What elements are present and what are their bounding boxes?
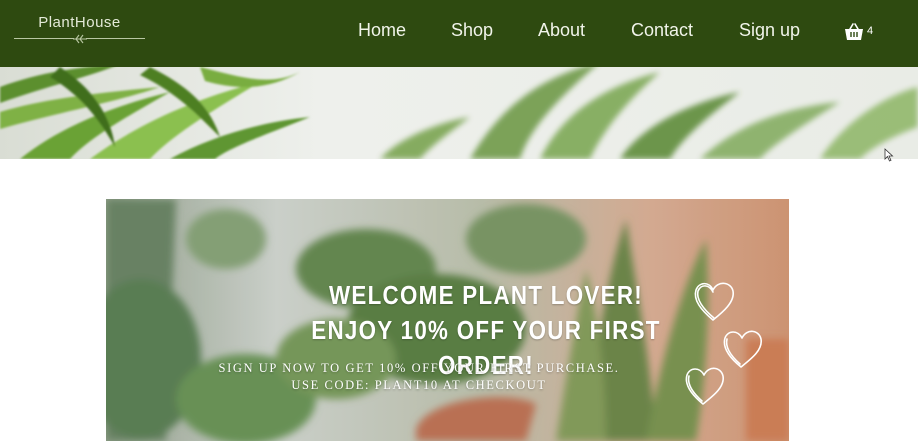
nav-item-sign-up[interactable]: Sign up: [739, 20, 800, 44]
nav-item-home[interactable]: Home: [358, 20, 406, 44]
brand-logo[interactable]: PlantHouse: [14, 14, 145, 48]
cart-count-badge: 4: [867, 25, 874, 37]
cart-button[interactable]: 4: [844, 22, 878, 42]
promo-subtitle-line-2: USE CODE: PLANT10 AT CHECKOUT: [291, 378, 547, 392]
brand-name: PlantHouse: [38, 14, 121, 31]
hearts-icon: [685, 282, 762, 405]
nav-item-about[interactable]: About: [538, 20, 585, 44]
promo-subtitle: SIGN UP NOW TO GET 10% OFF YOUR FIRST PU…: [199, 360, 639, 394]
hero-plant-image: [0, 67, 918, 159]
basket-icon: [845, 23, 863, 40]
promo-subtitle-line-1: SIGN UP NOW TO GET 10% OFF YOUR FIRST PU…: [218, 361, 620, 375]
promo-banner[interactable]: WELCOME PLANT LOVER! ENJOY 10% OFF YOUR …: [106, 199, 789, 441]
mouse-cursor-icon: [884, 148, 894, 162]
nav-item-contact[interactable]: Contact: [631, 20, 693, 44]
nav-item-shop[interactable]: Shop: [451, 20, 493, 44]
leaf-icon: [73, 34, 87, 44]
top-nav: PlantHouse Home Shop About Contact Sign …: [0, 0, 918, 67]
